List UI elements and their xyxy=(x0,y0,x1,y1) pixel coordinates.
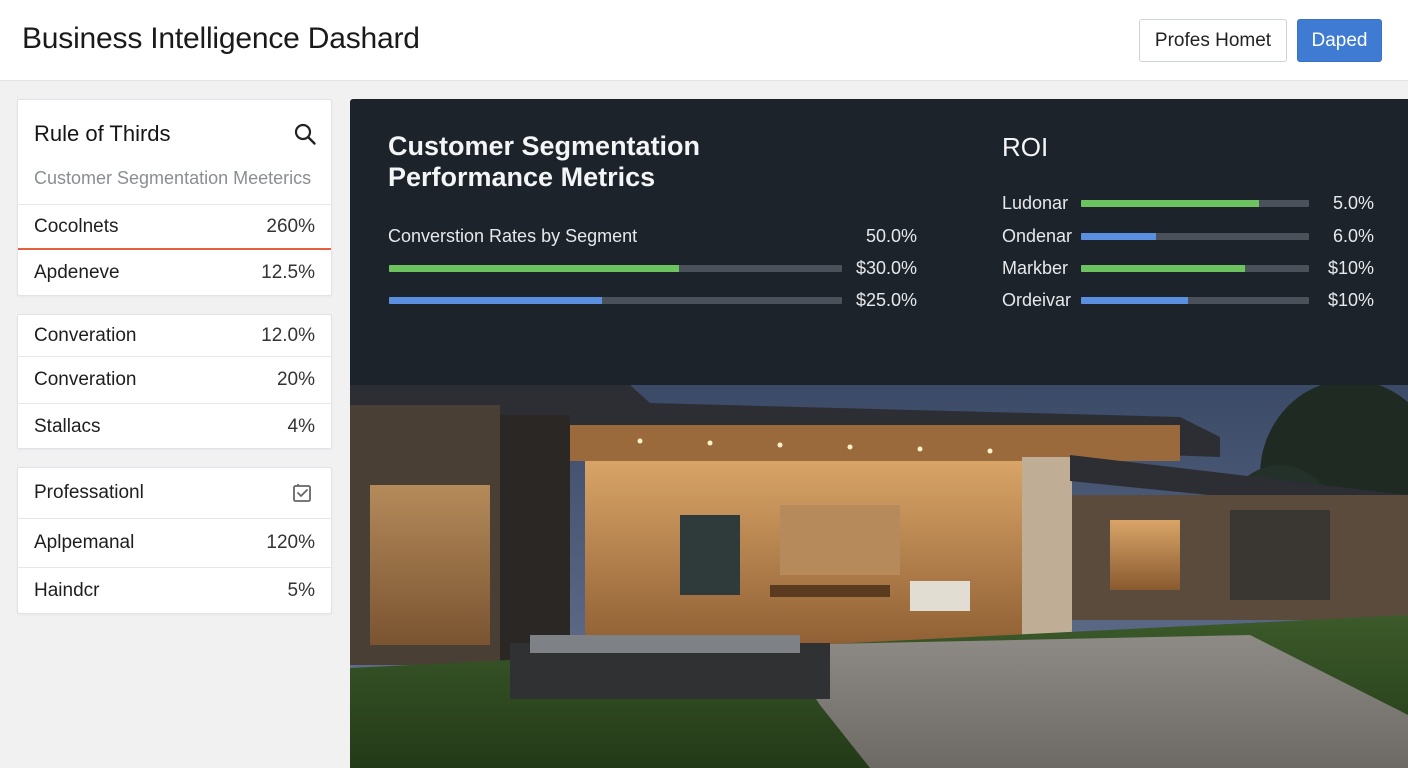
row-value: 5% xyxy=(287,580,315,601)
roi-label: Markber xyxy=(1002,258,1069,278)
segment-bar-track xyxy=(389,297,842,304)
row-value: 20% xyxy=(276,369,315,390)
house-photo xyxy=(350,385,1408,768)
search-icon[interactable] xyxy=(293,122,317,146)
row-label: Apdeneve xyxy=(34,261,120,283)
roi-value: $10% xyxy=(1327,290,1374,310)
list-item[interactable]: Aplpemanal 120% xyxy=(18,518,331,567)
segment-label: Converstion Rates by Segment xyxy=(388,226,638,246)
row-label: Aplpemanal xyxy=(34,532,135,553)
checklist-icon[interactable] xyxy=(291,482,315,506)
sidebar-card-professional: Professationl Aplpemanal 120% Haindcr 5% xyxy=(17,467,332,614)
roi-label: Ondenar xyxy=(1002,226,1073,246)
row-value: 12.0% xyxy=(261,324,315,346)
card-subtitle: Customer Segmentation Meeterics xyxy=(34,168,312,188)
roi-bar-fill xyxy=(1081,265,1246,272)
roi-bar-track xyxy=(1081,233,1309,240)
primary-action-button[interactable]: Daped xyxy=(1297,19,1382,62)
page-title: Business Intelligence Dashard xyxy=(22,22,420,55)
roi-value: $10% xyxy=(1327,258,1374,278)
segment-bar-fill xyxy=(389,297,602,304)
segment-bar-value: $25.0% xyxy=(855,290,917,310)
roi-bar-track xyxy=(1081,200,1309,207)
metrics-title-line: Performance Metrics xyxy=(388,162,656,192)
roi-bar-fill xyxy=(1081,297,1189,304)
main-metrics-panel: Customer Segmentation Performance Metric… xyxy=(350,99,1408,768)
row-value: 12.5% xyxy=(261,261,315,283)
top-header: Business Intelligence Dashard Profes Hom… xyxy=(0,0,1408,81)
row-label: Haindcr xyxy=(34,580,100,601)
metrics-title: Customer Segmentation Performance Metric… xyxy=(388,131,700,193)
row-value: 120% xyxy=(266,532,315,553)
sidebar-card-conversion: Converation 12.0% Converation 20% Stalla… xyxy=(17,314,332,449)
roi-bar-track xyxy=(1081,265,1309,272)
list-item[interactable]: Apdeneve 12.5% xyxy=(18,250,331,295)
roi-bar-fill xyxy=(1081,200,1259,207)
row-value: 260% xyxy=(266,215,315,237)
roi-label: Ludonar xyxy=(1002,193,1069,213)
segment-bar-value: $30.0% xyxy=(855,258,917,278)
profile-home-button[interactable]: Profes Homet xyxy=(1139,19,1287,62)
roi-value: 6.0% xyxy=(1332,226,1374,246)
roi-bar-track xyxy=(1081,297,1309,304)
segment-bar-fill xyxy=(389,265,679,272)
row-label: Cocolnets xyxy=(34,215,119,237)
row-label: Converation xyxy=(34,369,137,390)
card-title: Rule of Thirds xyxy=(34,121,171,146)
segment-header-value: 50.0% xyxy=(865,226,917,246)
card-title: Professationl xyxy=(34,482,144,503)
roi-bar-fill xyxy=(1081,233,1157,240)
roi-value: 5.0% xyxy=(1332,193,1374,213)
list-item[interactable]: Stallacs 4% xyxy=(18,403,331,449)
list-item[interactable]: Converation 12.0% xyxy=(18,315,331,356)
list-item[interactable]: Cocolnets 260% xyxy=(18,204,331,248)
card-header-row: Professationl xyxy=(18,468,331,518)
roi-label: Ordeivar xyxy=(1002,290,1072,310)
row-label: Stallacs xyxy=(34,415,101,437)
metrics-title-line: Customer Segmentation xyxy=(388,131,701,161)
list-item[interactable]: Converation 20% xyxy=(18,356,331,403)
row-value: 4% xyxy=(287,415,315,437)
list-item[interactable]: Haindcr 5% xyxy=(18,567,331,614)
row-label: Converation xyxy=(34,324,137,346)
segment-bar-track xyxy=(389,265,842,272)
sidebar-card-rule-of-thirds: Rule of Thirds Customer Segmentation Mee… xyxy=(17,99,332,296)
roi-title: ROI xyxy=(1002,132,1049,162)
